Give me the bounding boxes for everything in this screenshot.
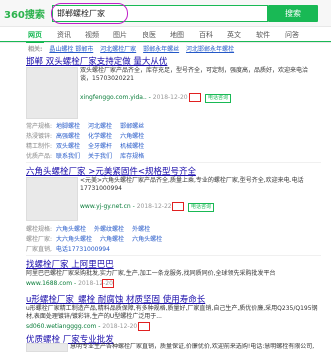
related-label: 相关: bbox=[28, 46, 43, 53]
phone-badge[interactable]: 电话咨询 bbox=[188, 203, 215, 212]
result-thumbnail[interactable] bbox=[26, 67, 78, 119]
red-highlight-box bbox=[138, 322, 150, 331]
tab-baike[interactable]: 百科 bbox=[199, 30, 213, 40]
result-desc: 慧明专业生产各种螺栓厂家直销，质量保证,价廉优价,欢迎前来选购!电话:慧明螺栓有… bbox=[70, 343, 315, 350]
header-bar: 360搜索 邯郸螺栓厂家 搜索 bbox=[0, 0, 331, 27]
tab-video[interactable]: 视频 bbox=[85, 30, 99, 40]
related-link[interactable]: 晶山螺栓 邯郸市 bbox=[49, 46, 93, 53]
red-highlight-box bbox=[102, 279, 114, 288]
result-url[interactable]: xingfenggo.com.yida.. - 2018-12-20 bbox=[80, 94, 188, 101]
tab-map[interactable]: 地图 bbox=[170, 30, 184, 40]
result-2: 六角头螺栓厂家 >元美紧固件<规格型号齐全 bbox=[26, 165, 196, 177]
red-highlight-box bbox=[189, 93, 201, 102]
result-title[interactable]: u形螺栓厂家_螺栓 耐腐蚀 材质坚固 使用寿命长 bbox=[26, 293, 205, 305]
tab-news[interactable]: 资讯 bbox=[57, 30, 71, 40]
divider bbox=[26, 255, 321, 256]
red-highlight-box bbox=[172, 202, 184, 211]
result-url[interactable]: www.1688.com - 2018-12-20 bbox=[26, 280, 113, 287]
result-3: 找螺栓厂家 上阿里巴巴 bbox=[26, 258, 114, 270]
result-url[interactable]: sd060.wetiangggg.com - 2018-12-20 bbox=[26, 323, 137, 330]
result-sitelinks: 厂家直销, 电话17731000994 bbox=[26, 246, 110, 253]
result-desc: 双头螺栓厂家产品齐全，库存充足，型号齐全，可定制，强度高，品质好，欢迎来电洽谈，… bbox=[80, 67, 309, 82]
result-title[interactable]: 六角头螺栓厂家 >元美紧固件<规格型号齐全 bbox=[26, 165, 196, 177]
tab-qa[interactable]: 问答 bbox=[285, 30, 299, 40]
result-desc: 阿里巴巴螺栓厂家采购批发,实力厂家,生产,加工一条龙服务,找同质同价,全球领先采… bbox=[26, 270, 276, 277]
result-sitelinks: 优质产品: 联系我们 关于我们 库存规格 bbox=[26, 153, 145, 160]
related-link[interactable]: 河北螺栓厂家 bbox=[100, 46, 136, 53]
phone-badge[interactable]: 电话咨询 bbox=[205, 94, 232, 103]
result-sitelinks: 螺栓厂家: 大六角头螺栓 六角螺栓 六角头螺栓 bbox=[26, 236, 163, 243]
related-link[interactable]: 邯郸永年螺丝 bbox=[143, 46, 179, 53]
result-desc: <元美>六角头螺栓厂家产品齐全,质量上乘,专业的螺栓厂家,型号齐全,欢迎来电.电… bbox=[80, 177, 304, 192]
result-title[interactable]: 邯郸 双头螺栓厂家支持定做 量大从优 bbox=[26, 55, 167, 67]
tab-underline bbox=[0, 41, 331, 42]
related-searches: 相关: 晶山螺栓 邯郸市 河北螺栓厂家 邯郸永年螺丝 河北邯郸永年螺栓 bbox=[28, 44, 234, 53]
result-sitelinks: 热浸镀锌: 高强螺栓 化学螺栓 六角螺栓 bbox=[26, 133, 145, 140]
result-4: u形螺栓厂家_螺栓 耐腐蚀 材质坚固 使用寿命长 bbox=[26, 293, 205, 305]
related-link[interactable]: 河北邯郸永年螺栓 bbox=[186, 46, 234, 53]
tab-software[interactable]: 软件 bbox=[256, 30, 270, 40]
search-box[interactable]: 邯郸螺栓厂家 bbox=[51, 3, 268, 24]
result-1: 邯郸 双头螺栓厂家支持定做 量大从优 bbox=[26, 55, 167, 67]
result-sitelinks: 常产规格: 地脚螺栓 河北螺栓 邯郸螺丝 bbox=[26, 123, 145, 130]
result-url[interactable]: www.yj-gy.net.cn - 2018-12-22 bbox=[80, 203, 172, 210]
tab-images[interactable]: 图片 bbox=[113, 30, 127, 40]
highlight-oval bbox=[51, 3, 128, 24]
divider bbox=[26, 162, 321, 163]
result-thumbnail[interactable] bbox=[26, 177, 78, 221]
result-sitelinks: 螺栓规格: 六角头螺栓 外螺纹螺栓 外螺栓 bbox=[26, 226, 151, 233]
search-button[interactable]: 搜索 bbox=[268, 5, 318, 22]
result-sitelinks: 精工制作: 双头螺栓 全牙螺杆 机械螺栓 bbox=[26, 143, 145, 150]
site-logo[interactable]: 360搜索 bbox=[4, 6, 45, 21]
tab-web[interactable]: 网页 bbox=[26, 30, 44, 43]
result-thumbnail[interactable] bbox=[26, 343, 68, 352]
tab-english[interactable]: 英文 bbox=[227, 30, 241, 40]
tab-doctor[interactable]: 良医 bbox=[142, 30, 156, 40]
result-title[interactable]: 找螺栓厂家 上阿里巴巴 bbox=[26, 258, 114, 270]
result-desc: u形螺栓厂家精工制造产品,精料品质保障,有多种规格,质量好,厂家直销,自己生产,… bbox=[26, 305, 318, 320]
